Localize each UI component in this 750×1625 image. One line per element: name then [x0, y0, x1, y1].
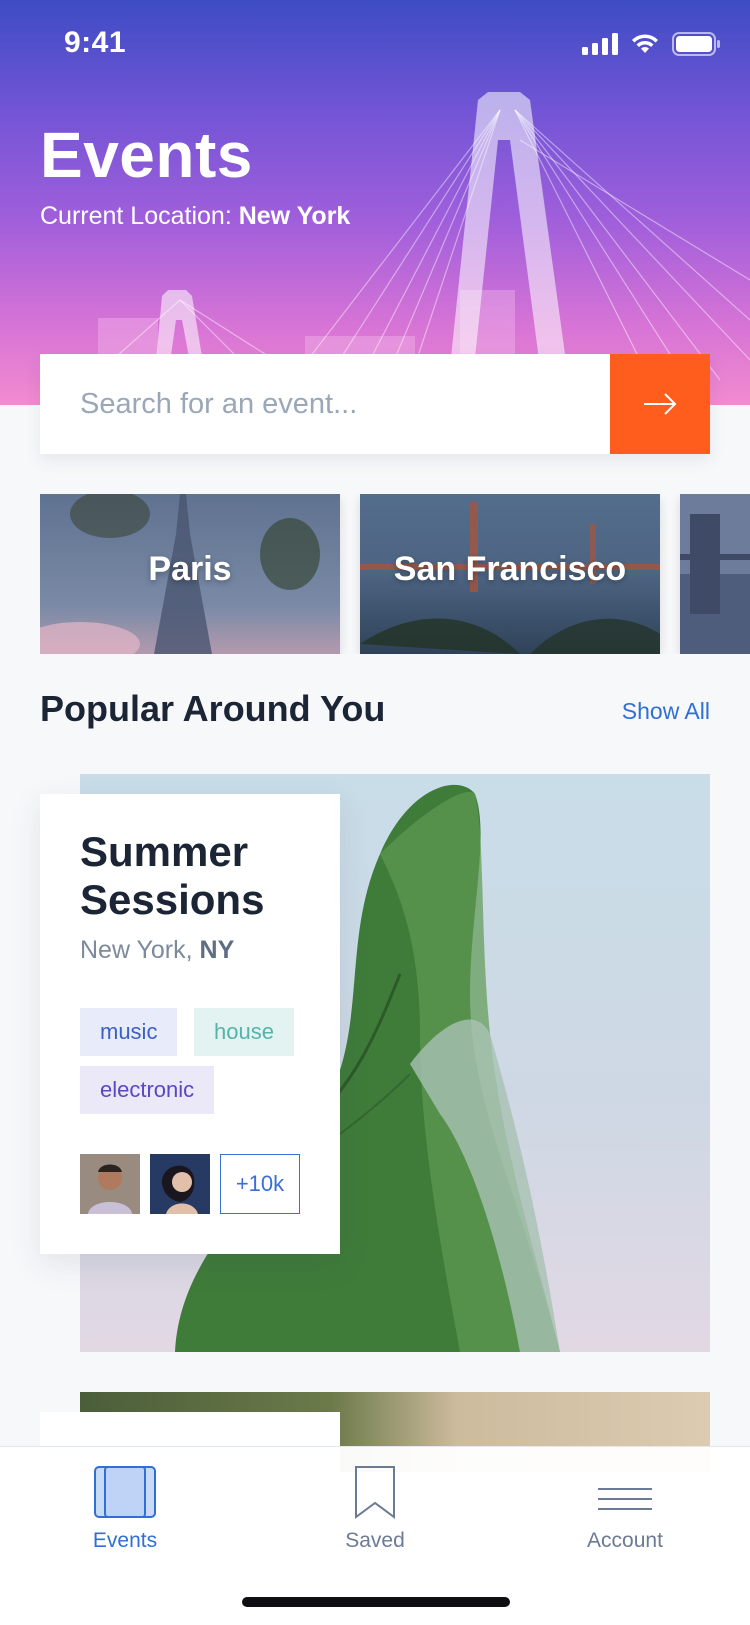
- london-image: [680, 494, 750, 654]
- battery-icon: [672, 32, 720, 56]
- current-location: Current Location: New York: [40, 202, 350, 231]
- status-time: 9:41: [64, 26, 127, 59]
- tab-label: Saved: [345, 1529, 405, 1552]
- city-card-san-francisco[interactable]: San Francisco: [360, 494, 660, 654]
- person-icon: [150, 1154, 210, 1214]
- city-name: Paris: [148, 550, 232, 588]
- avatar[interactable]: [80, 1154, 140, 1214]
- event-state: NY: [199, 936, 235, 964]
- event-title-line2: Sessions: [80, 876, 265, 923]
- wifi-icon: [632, 34, 658, 53]
- tab-label: Events: [92, 1529, 158, 1552]
- tab-label: Account: [587, 1529, 663, 1552]
- event-title-line1: Summer: [80, 828, 249, 875]
- status-bar: 9:41: [0, 0, 750, 90]
- location-city[interactable]: New York: [239, 202, 351, 230]
- tag-electronic[interactable]: electronic: [80, 1066, 215, 1114]
- tag-house[interactable]: house: [194, 1008, 294, 1056]
- city-carousel[interactable]: Paris San Francisco: [40, 494, 750, 654]
- event-city: New York,: [80, 936, 200, 964]
- bookmark-icon: [355, 1466, 395, 1519]
- search-input[interactable]: [40, 354, 610, 454]
- tag-music[interactable]: music: [80, 1008, 178, 1056]
- status-icons: [582, 32, 720, 56]
- search-bar: [40, 354, 710, 454]
- city-name: San Francisco: [393, 550, 627, 588]
- tab-account[interactable]: Account: [550, 1461, 700, 1553]
- signal-icon: [582, 33, 618, 55]
- header-banner: 9:41 Events Current Location: New York: [0, 0, 750, 405]
- event-title: Summer Sessions: [80, 828, 320, 924]
- avatar[interactable]: [150, 1154, 210, 1214]
- tab-bar: Events Saved Account: [0, 1446, 750, 1625]
- home-indicator: [242, 1597, 510, 1607]
- section-title-popular: Popular Around You: [40, 688, 386, 729]
- attendees-more-button[interactable]: +10k: [220, 1154, 300, 1214]
- event-card[interactable]: Summer Sessions New York, NY music house…: [40, 794, 340, 1254]
- search-submit-button[interactable]: [610, 354, 710, 454]
- city-card-paris[interactable]: Paris: [40, 494, 340, 654]
- location-prefix: Current Location:: [40, 202, 239, 230]
- page-title: Events: [40, 119, 253, 191]
- arrow-right-icon: [644, 393, 677, 415]
- cards-icon: [94, 1466, 156, 1518]
- menu-lines-icon: [598, 1488, 652, 1510]
- tab-events[interactable]: Events: [50, 1461, 200, 1553]
- show-all-link[interactable]: Show All: [622, 698, 710, 725]
- city-card-london[interactable]: [680, 494, 750, 654]
- person-icon: [80, 1154, 140, 1214]
- tab-saved[interactable]: Saved: [300, 1461, 450, 1553]
- event-location: New York, NY: [80, 936, 234, 965]
